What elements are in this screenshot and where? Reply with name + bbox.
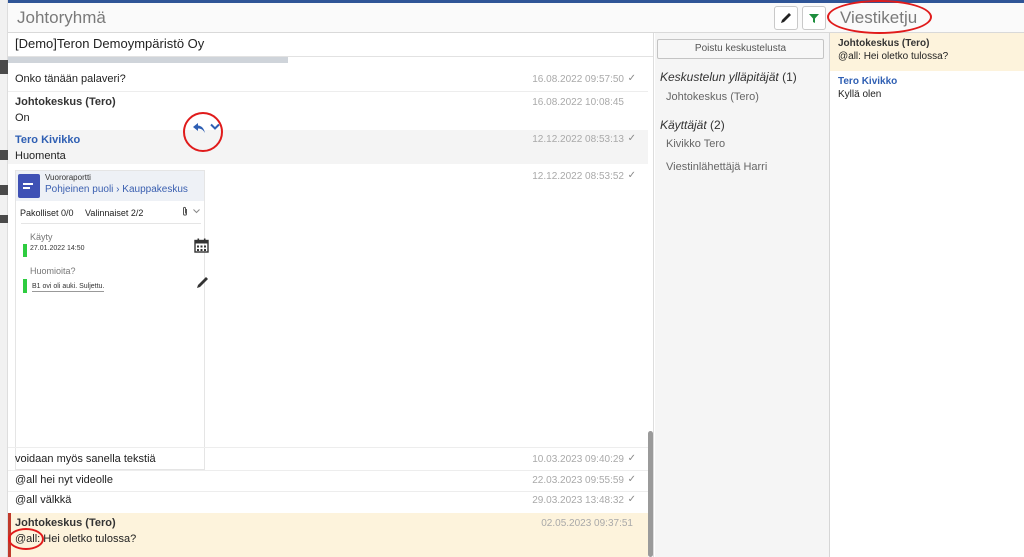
- admins-heading: Keskustelun ylläpitäjät (1): [660, 70, 797, 84]
- user-item[interactable]: Viestinlähettäjä Harri: [666, 161, 767, 173]
- report-card-header: Vuororaportti Pohjeinen puoli › Kauppake…: [16, 171, 204, 201]
- message-list[interactable]: [Demo]Teron Demoympäristö Oy Onko tänään…: [8, 33, 654, 557]
- admins-title: Keskustelun ylläpitäjät: [660, 70, 779, 84]
- message-text: Huomenta: [15, 150, 66, 162]
- thread-text: @all: Hei oletko tulossa?: [838, 51, 949, 62]
- chat-title: Johtoryhmä: [17, 8, 106, 27]
- report-card[interactable]: Vuororaportti Pohjeinen puoli › Kauppake…: [15, 170, 209, 470]
- status-bar: [23, 244, 27, 257]
- message-timestamp: 16.08.2022 09:57:50: [532, 74, 624, 85]
- users-title: Käyttäjät: [660, 118, 707, 132]
- map-image-strip: [8, 57, 288, 63]
- field-value-notes: B1 ovi oli auki. Suljettu.: [32, 283, 105, 292]
- participants-panel: Poistu keskustelusta Keskustelun ylläpit…: [655, 33, 830, 557]
- annotation-circle: [827, 0, 932, 34]
- mandatory-count: Pakolliset 0/0: [20, 208, 74, 218]
- calendar-icon[interactable]: [194, 238, 209, 253]
- message-timestamp: 02.05.2023 09:37:51: [541, 518, 633, 529]
- field-label-visited: Käyty: [30, 232, 53, 242]
- message-item[interactable]: @all välkkä 29.03.2023 13:48:32 ✓: [8, 494, 648, 512]
- background-app-edge: [0, 0, 8, 557]
- message-timestamp: 10.03.2023 09:40:29: [532, 454, 624, 465]
- message-text: voidaan myös sanella tekstiä: [15, 453, 156, 465]
- report-location: Pohjeinen puoli › Kauppakeskus: [45, 184, 188, 195]
- edit-button[interactable]: [774, 6, 798, 30]
- report-icon: [18, 174, 40, 198]
- annotation-circle: [8, 528, 44, 550]
- pen-icon[interactable]: [195, 275, 210, 290]
- message-item[interactable]: Johtokeskus (Tero) On 16.08.2022 10:08:4…: [8, 96, 648, 128]
- message-author: Johtokeskus (Tero): [15, 96, 116, 108]
- users-heading: Käyttäjät (2): [660, 118, 725, 132]
- read-check-icon: ✓: [627, 170, 636, 181]
- message-author: Johtokeskus (Tero): [15, 517, 116, 529]
- thread-text: Kyllä olen: [838, 89, 882, 100]
- chevron-down-icon[interactable]: [193, 209, 200, 214]
- message-item[interactable]: voidaan myös sanella tekstiä 10.03.2023 …: [8, 453, 648, 471]
- thread-root-message[interactable]: Johtokeskus (Tero) @all: Hei oletko tulo…: [830, 33, 1024, 71]
- filter-button[interactable]: [802, 6, 826, 30]
- message-text: @all hei nyt videolle: [15, 474, 113, 486]
- thread-panel: Viestiketju Johtokeskus (Tero) @all: Hei…: [830, 3, 1024, 557]
- filter-icon: [809, 14, 819, 23]
- status-bar: [23, 279, 27, 293]
- message-text: Onko tänään palaveri?: [15, 73, 126, 85]
- scrollbar[interactable]: [648, 431, 653, 557]
- organization-name: [Demo]Teron Demoympäristö Oy: [8, 33, 653, 57]
- report-type: Vuororaportti: [45, 173, 91, 182]
- thread-author: Johtokeskus (Tero): [838, 38, 930, 49]
- message-timestamp: 22.03.2023 09:55:59: [532, 475, 624, 486]
- message-item[interactable]: Tero Kivikko Huomenta 12.12.2022 08:53:1…: [8, 123, 648, 164]
- admin-item[interactable]: Johtokeskus (Tero): [666, 91, 759, 103]
- message-timestamp: 12.12.2022 08:53:52: [532, 171, 624, 182]
- read-check-icon: ✓: [627, 133, 636, 144]
- optional-count: Valinnaiset 2/2: [85, 208, 144, 218]
- message-item[interactable]: Onko tänään palaveri? 16.08.2022 09:57:5…: [8, 73, 648, 91]
- leave-conversation-button[interactable]: Poistu keskustelusta: [657, 39, 824, 59]
- message-text: @all välkkä: [15, 494, 72, 506]
- highlighted-message[interactable]: Johtokeskus (Tero) @all: Hei oletko tulo…: [8, 513, 648, 557]
- users-count: (2): [710, 118, 725, 132]
- chat-header: Johtoryhmä: [8, 3, 830, 33]
- read-check-icon: ✓: [627, 494, 636, 505]
- message-timestamp: 12.12.2022 08:53:13: [532, 134, 624, 145]
- message-text: On: [15, 112, 30, 124]
- location-from: Pohjeinen puoli: [45, 184, 114, 195]
- pencil-icon: [781, 13, 791, 23]
- field-value-visited: 27.01.2022 14:50: [30, 245, 85, 252]
- paperclip-icon[interactable]: [181, 206, 189, 217]
- read-check-icon: ✓: [627, 73, 636, 84]
- user-item[interactable]: Kivikko Tero: [666, 138, 725, 150]
- app-window: Johtoryhmä [Demo]Teron Demoympäristö Oy …: [0, 0, 1024, 557]
- message-item[interactable]: @all hei nyt videolle 22.03.2023 09:55:5…: [8, 474, 648, 492]
- read-check-icon: ✓: [627, 453, 636, 464]
- thread-author: Tero Kivikko: [838, 76, 898, 87]
- thread-reply[interactable]: Tero Kivikko Kyllä olen: [838, 76, 897, 100]
- field-label-notes: Huomioita?: [30, 266, 76, 276]
- location-to: Kauppakeskus: [122, 184, 188, 195]
- read-check-icon: ✓: [627, 474, 636, 485]
- admins-count: (1): [782, 70, 797, 84]
- message-author: Tero Kivikko: [15, 134, 81, 146]
- message-timestamp: 29.03.2023 13:48:32: [532, 495, 624, 506]
- message-timestamp: 16.08.2022 10:08:45: [532, 97, 624, 108]
- annotation-circle: [183, 112, 223, 152]
